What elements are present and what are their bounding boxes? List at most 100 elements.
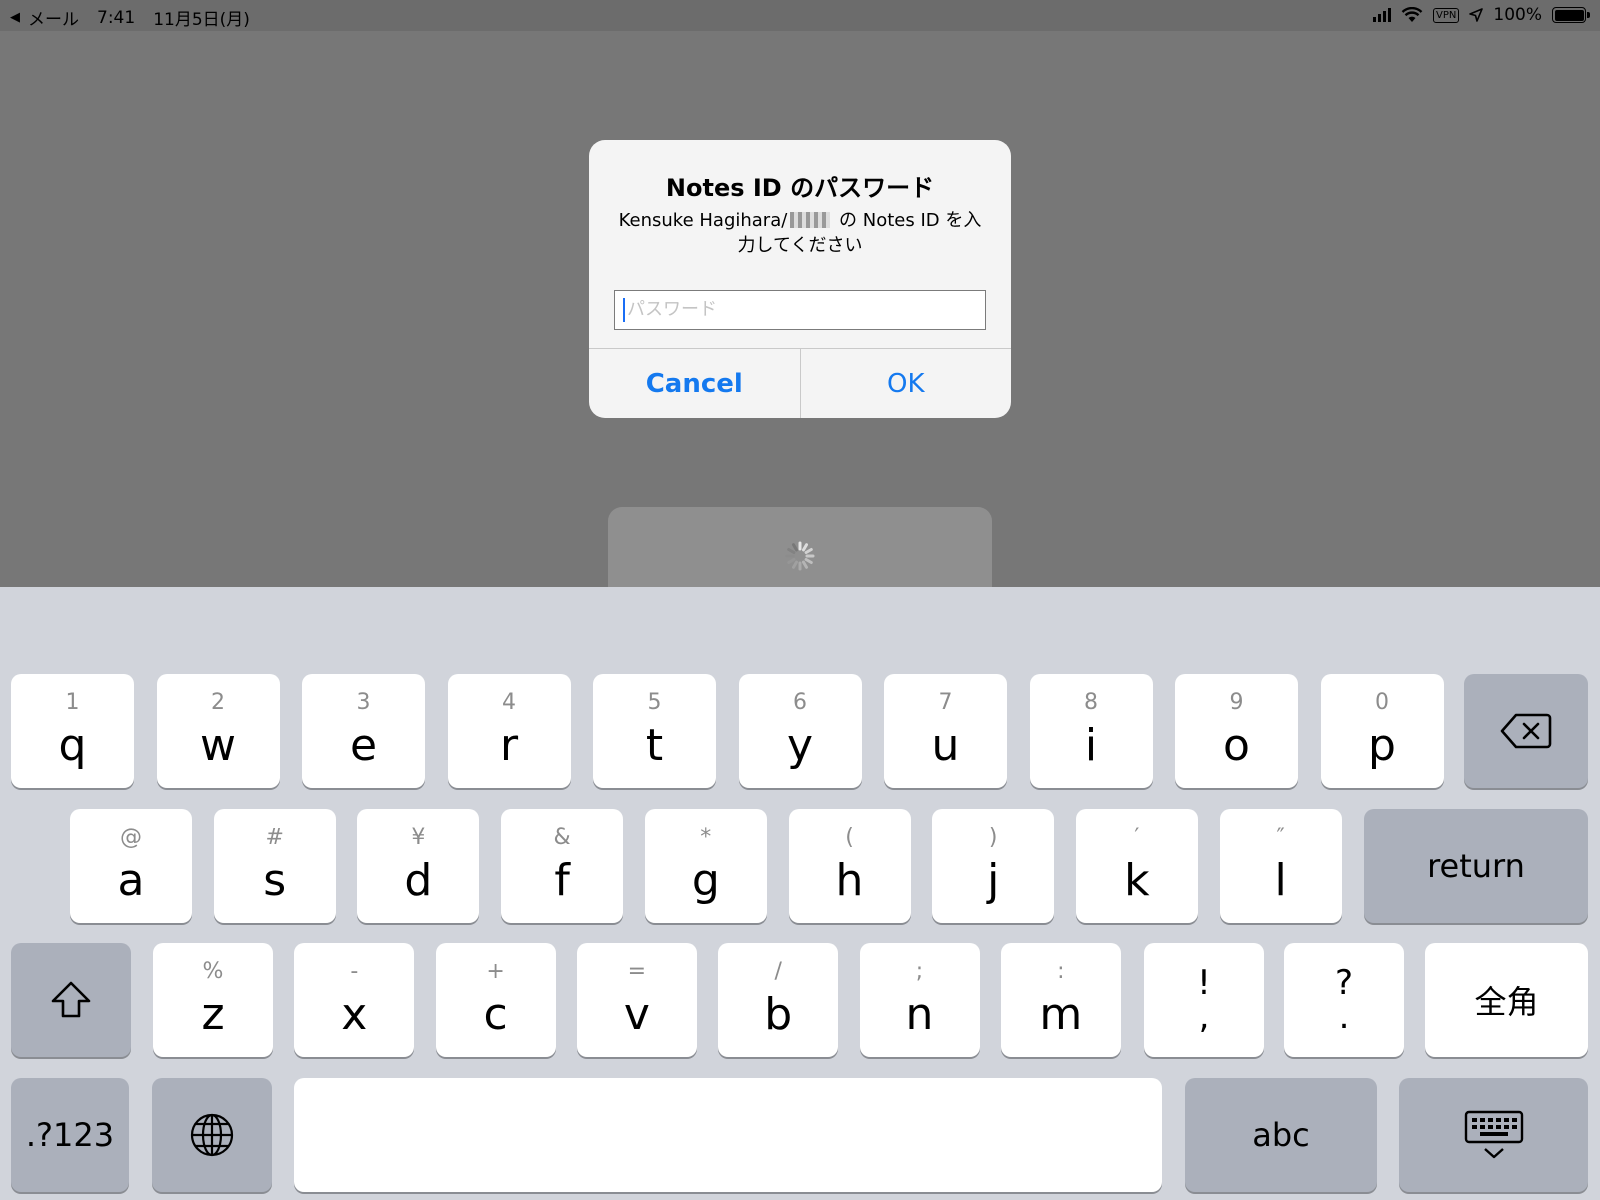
return-key-label: return bbox=[1427, 847, 1525, 885]
key-label: o bbox=[1223, 720, 1250, 771]
key-e[interactable]: 3e bbox=[302, 674, 425, 788]
globe-key[interactable] bbox=[152, 1078, 272, 1192]
key-alt-label: 6 bbox=[793, 690, 807, 715]
key-n[interactable]: ; n bbox=[859, 943, 980, 1057]
alert-message: Kensuke Hagihara/ の Notes ID を入力してください bbox=[613, 208, 987, 258]
key-label: z bbox=[201, 989, 225, 1040]
question-period-key[interactable]: ?. bbox=[1284, 943, 1404, 1057]
key-u[interactable]: 7u bbox=[884, 674, 1007, 788]
key-alt-label: - bbox=[350, 959, 359, 984]
key-label: t bbox=[645, 720, 664, 771]
signal-icon bbox=[1373, 8, 1392, 22]
key-alt-label: * bbox=[700, 825, 712, 850]
key-z[interactable]: % z bbox=[153, 943, 273, 1057]
key-alt-label: / bbox=[774, 959, 782, 984]
key-top-label: ! bbox=[1197, 963, 1211, 1003]
key-w[interactable]: 2w bbox=[156, 674, 280, 788]
key-alt-label: = bbox=[627, 959, 647, 984]
key-label: j bbox=[987, 855, 1000, 906]
text-caret bbox=[623, 298, 625, 322]
key-alt-label: % bbox=[202, 959, 224, 984]
key-o[interactable]: 9o bbox=[1175, 674, 1298, 788]
key-alt-label: @ bbox=[120, 825, 142, 850]
key-label: v bbox=[623, 989, 650, 1040]
key-a[interactable]: @ a bbox=[70, 809, 192, 923]
space-key[interactable] bbox=[294, 1078, 1162, 1192]
key-top-label: ? bbox=[1334, 963, 1354, 1003]
key-b[interactable]: / b bbox=[718, 943, 839, 1057]
alert-title: Notes ID のパスワード bbox=[665, 174, 935, 202]
cancel-button[interactable]: Cancel bbox=[589, 349, 801, 418]
password-input[interactable]: パスワード bbox=[614, 290, 986, 330]
key-label: d bbox=[404, 855, 433, 906]
key-alt-label: ) bbox=[988, 825, 998, 850]
key-m[interactable]: :m bbox=[1000, 943, 1121, 1057]
key-label: h bbox=[835, 855, 864, 906]
key-bottom-label: , bbox=[1198, 997, 1210, 1037]
key-alt-label: 4 bbox=[502, 690, 516, 715]
battery-icon bbox=[1552, 7, 1590, 23]
shift-key[interactable] bbox=[11, 943, 131, 1057]
delete-key[interactable] bbox=[1464, 674, 1588, 788]
key-q[interactable]: 1q bbox=[11, 674, 134, 788]
key-label: a bbox=[117, 855, 145, 906]
return-key[interactable]: return bbox=[1364, 809, 1588, 923]
key-i[interactable]: 8i bbox=[1029, 674, 1153, 788]
ok-button[interactable]: OK bbox=[801, 349, 1012, 418]
status-time: 7:41 bbox=[97, 7, 136, 28]
alert-actions: Cancel OK bbox=[589, 348, 1011, 418]
key-x[interactable]: -x bbox=[294, 943, 415, 1057]
key-alt-label: 5 bbox=[647, 690, 662, 715]
key-k[interactable]: ′ k bbox=[1075, 809, 1198, 923]
status-date: 11月5日(月) bbox=[153, 10, 250, 30]
key-label: m bbox=[1039, 989, 1083, 1040]
back-arrow-icon[interactable]: ◀ bbox=[10, 10, 20, 25]
key-h[interactable]: (h bbox=[788, 809, 911, 923]
key-label: u bbox=[931, 720, 960, 771]
back-to-app-link[interactable]: メール bbox=[28, 5, 79, 30]
key-alt-label: 3 bbox=[356, 690, 371, 715]
numbers-key[interactable]: .?123 bbox=[11, 1078, 129, 1192]
key-p[interactable]: 0p bbox=[1320, 674, 1444, 788]
key-d[interactable]: ¥ d bbox=[357, 809, 480, 923]
wifi-icon bbox=[1401, 7, 1423, 22]
key-g[interactable]: * g bbox=[644, 809, 767, 923]
key-f[interactable]: & f bbox=[501, 809, 624, 923]
zenkaku-key-label: 全角 bbox=[1474, 983, 1539, 1021]
key-label: l bbox=[1274, 855, 1287, 906]
abc-key[interactable]: abc bbox=[1185, 1078, 1377, 1192]
key-j[interactable]: ) j bbox=[932, 809, 1055, 923]
zenkaku-key[interactable]: 全角 bbox=[1425, 943, 1588, 1057]
key-r[interactable]: 4r bbox=[447, 674, 571, 788]
key-label: k bbox=[1124, 855, 1150, 906]
key-l[interactable]: ″ l bbox=[1219, 809, 1342, 923]
key-alt-label: 1 bbox=[65, 690, 80, 715]
key-alt-label: ′ bbox=[1134, 825, 1140, 850]
key-alt-label: 7 bbox=[938, 690, 953, 715]
dismiss-keyboard-key[interactable] bbox=[1399, 1078, 1588, 1192]
key-alt-label: & bbox=[553, 825, 571, 850]
keyboard: return 全角 .?123 abc 1q2w3e4r5t6y7u8i9o0p… bbox=[0, 587, 1600, 1200]
key-alt-label: + bbox=[486, 959, 505, 984]
status-bar: ◀ メール 7:41 11月5日(月) VPN 100% bbox=[0, 0, 1600, 31]
key-label: c bbox=[483, 989, 508, 1040]
shift-icon bbox=[51, 981, 91, 1018]
key-s[interactable]: # s bbox=[213, 809, 336, 923]
key-label: w bbox=[200, 720, 236, 771]
key-alt-label: ( bbox=[845, 825, 854, 850]
key-t[interactable]: 5t bbox=[593, 674, 716, 788]
key-y[interactable]: 6y bbox=[738, 674, 862, 788]
alert-message-prefix: Kensuke Hagihara/ bbox=[618, 210, 788, 231]
key-c[interactable]: + c bbox=[435, 943, 556, 1057]
key-label: p bbox=[1368, 720, 1396, 771]
key-v[interactable]: = v bbox=[576, 943, 697, 1057]
location-icon bbox=[1469, 8, 1484, 22]
key-label: i bbox=[1084, 720, 1098, 771]
numbers-key-label: .?123 bbox=[25, 1116, 115, 1154]
status-bar-right: VPN 100% bbox=[1373, 5, 1590, 25]
abc-key-label: abc bbox=[1252, 1116, 1310, 1154]
exclaim-comma-key[interactable]: !, bbox=[1144, 943, 1264, 1057]
status-bar-left: ◀ メール 7:41 11月5日(月) bbox=[10, 5, 250, 31]
key-alt-label: # bbox=[265, 825, 284, 850]
key-alt-label: ¥ bbox=[411, 825, 426, 850]
